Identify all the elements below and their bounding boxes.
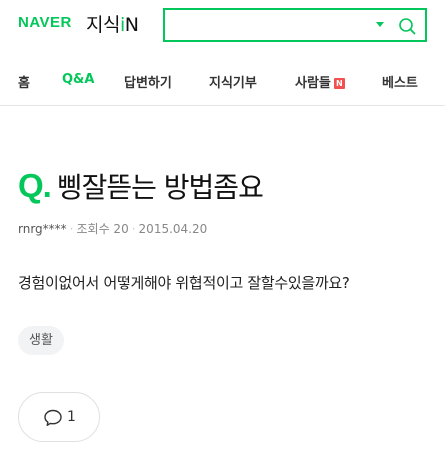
new-badge: N [333, 78, 345, 89]
search-icon[interactable] [397, 16, 417, 36]
main-nav: 홈 Q&A 답변하기 지식기부 사람들 N 베스트 [0, 50, 445, 106]
search-input[interactable] [169, 13, 369, 37]
tab-people-label: 사람들 [295, 76, 331, 91]
meta-separator: · [69, 222, 74, 236]
tab-qna[interactable]: Q&A [62, 72, 94, 87]
tab-knowledge-donation[interactable]: 지식기부 [209, 72, 257, 91]
question-title-text: 삥잘뜯는 방법좀요 [56, 171, 264, 204]
kin-logo-n: N [124, 14, 139, 36]
kin-logo-prefix: 지식 [86, 14, 120, 36]
category-tag[interactable]: 생활 [18, 326, 64, 355]
meta-separator: · [131, 222, 136, 236]
q-mark: Q. [18, 167, 52, 204]
tab-people[interactable]: 사람들 N [295, 72, 345, 91]
post-date: 2015.04.20 [138, 222, 208, 236]
tab-best[interactable]: 베스트 [382, 72, 418, 91]
comment-count: 1 [67, 409, 76, 425]
naver-logo[interactable]: NAVER [18, 14, 72, 31]
view-count: 조회수 20 [76, 222, 129, 236]
tab-home[interactable]: 홈 [18, 72, 30, 91]
question-body: 경험이없어서 어떻게해야 위협적이고 잘할수있을까요? [18, 274, 350, 292]
chevron-down-icon[interactable] [376, 22, 384, 27]
author-id[interactable]: rnrg**** [18, 222, 67, 236]
kin-logo[interactable]: 지식iN [86, 10, 139, 37]
header: NAVER 지식iN [0, 0, 445, 50]
tab-answer[interactable]: 답변하기 [124, 72, 172, 91]
search-box [163, 8, 427, 42]
question-title: Q. 삥잘뜯는 방법좀요 [18, 166, 264, 206]
comment-button[interactable]: 1 [18, 392, 100, 442]
question-meta: rnrg**** · 조회수 20 · 2015.04.20 [18, 220, 207, 237]
comment-bubble-icon [44, 409, 62, 426]
